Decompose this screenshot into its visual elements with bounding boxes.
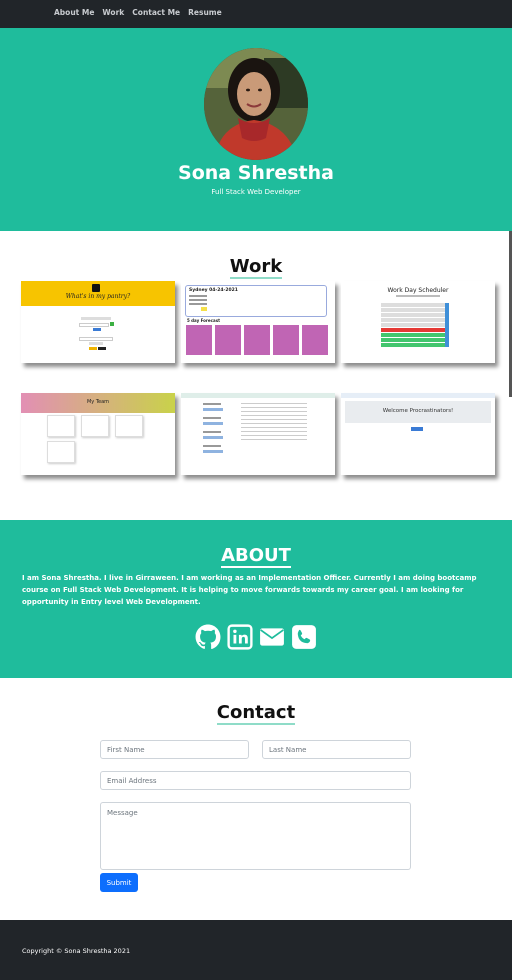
footer: Copyright © Sona Shrestha 2021 (0, 920, 512, 980)
hero-section: Sona Shrestha Full Stack Web Developer (0, 28, 512, 231)
hero-name: Sona Shrestha (178, 162, 334, 184)
submit-button[interactable]: Submit (100, 873, 138, 892)
project-card-procrastinators[interactable]: Welcome Procrastinators! (341, 393, 495, 475)
project-card-team[interactable]: My Team (21, 393, 175, 475)
envelope-icon[interactable] (259, 624, 285, 650)
about-title: ABOUT (221, 545, 291, 568)
phone-icon[interactable] (291, 624, 317, 650)
last-name-input[interactable] (262, 740, 411, 759)
project-card-pantry[interactable]: What's in my pantry? (21, 281, 175, 363)
nav-about-me[interactable]: About Me (54, 8, 94, 17)
avatar (204, 48, 308, 160)
project-heading: Sydney 04-24-2021 (189, 288, 238, 293)
message-input[interactable] (100, 802, 411, 870)
navbar: About Me Work Contact Me Resume (0, 0, 512, 28)
project-heading: My Team (86, 399, 110, 405)
about-text: I am Sona Shrestha. I live in Girraween.… (22, 574, 477, 606)
contact-title: Contact (216, 702, 296, 725)
project-card-scheduler[interactable]: Work Day Scheduler (341, 281, 495, 363)
about-section: ABOUT I am Sona Shrestha. I live in Girr… (0, 520, 512, 678)
work-title: Work (229, 256, 283, 279)
project-card-quiz[interactable] (181, 393, 335, 475)
linkedin-icon[interactable] (227, 624, 253, 650)
nav-contact-me[interactable]: Contact Me (132, 8, 180, 17)
github-icon[interactable] (195, 624, 221, 650)
nav-work[interactable]: Work (102, 8, 124, 17)
nav-resume[interactable]: Resume (188, 8, 222, 17)
project-heading: Welcome Procrastinators! (382, 408, 454, 414)
pantry-icon (92, 284, 100, 292)
hero-role: Full Stack Web Developer (211, 188, 301, 196)
first-name-input[interactable] (100, 740, 249, 759)
email-input[interactable] (100, 771, 411, 790)
nav-links: About Me Work Contact Me Resume (54, 8, 230, 17)
copyright-text: Copyright © Sona Shrestha 2021 (22, 947, 131, 955)
project-card-weather[interactable]: Sydney 04-24-2021 5 day Forecast (181, 281, 335, 363)
project-heading: What's in my pantry? (65, 293, 131, 300)
project-subheading: 5 day Forecast (187, 318, 220, 323)
project-heading: Work Day Scheduler (387, 287, 449, 294)
